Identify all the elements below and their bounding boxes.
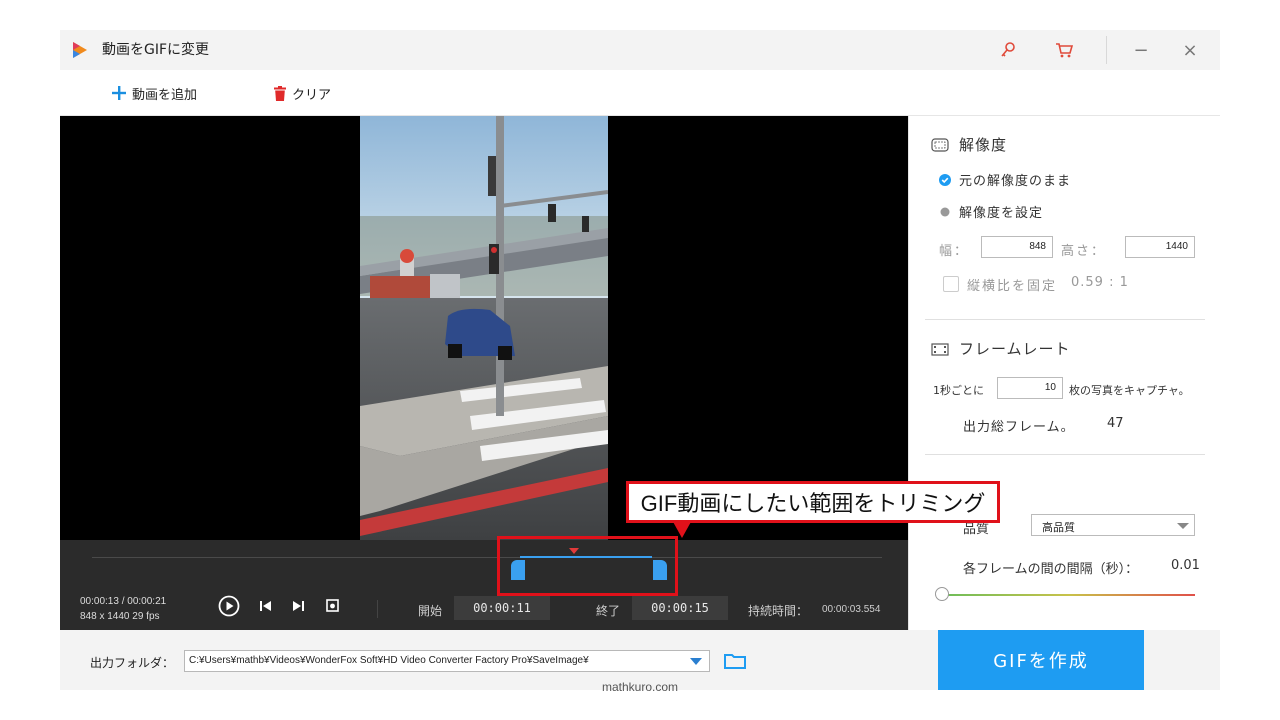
add-video-label: 動画を追加 xyxy=(132,87,198,103)
trim-highlight-box xyxy=(497,536,678,596)
annotation-callout: GIF動画にしたい範囲をトリミング xyxy=(626,481,1000,523)
radio-unchecked-icon xyxy=(940,207,950,216)
width-input[interactable]: 848 xyxy=(981,236,1053,258)
start-time-field[interactable]: 00:00:11 xyxy=(454,596,550,620)
clear-label: クリア xyxy=(292,87,332,103)
play-icon[interactable] xyxy=(218,595,240,617)
watermark-text: mathkuro.com xyxy=(601,680,679,694)
keep-aspect-checkbox[interactable] xyxy=(943,276,959,292)
frames-per-second-input[interactable]: 10 xyxy=(997,377,1063,399)
frame-interval-value: 0.01 xyxy=(1171,558,1200,573)
settings-panel: 解像度 元の解像度のまま 解像度を設定 幅： 848 高さ： 1440 縦横比を… xyxy=(908,116,1220,630)
titlebar-separator xyxy=(1106,36,1107,64)
radio-checked-icon xyxy=(939,173,951,186)
framerate-section-title: フレームレート xyxy=(931,338,1071,359)
duration-label: 持続時間： xyxy=(748,604,809,618)
keep-aspect-label: 縦横比を固定 xyxy=(967,279,1058,294)
output-folder-label: 出力フォルダ： xyxy=(90,656,175,670)
resolution-icon xyxy=(931,137,949,152)
total-frames-value: 47 xyxy=(1107,416,1124,431)
section-divider xyxy=(925,454,1205,455)
height-label: 高さ： xyxy=(1061,244,1107,259)
folder-icon[interactable] xyxy=(724,652,746,670)
chevron-down-icon[interactable] xyxy=(1177,523,1189,529)
player-controls: 00:00:13 / 00:00:21 848 x 1440 29 fps 開始… xyxy=(60,540,908,630)
current-time: 00:00:13 / 00:00:21 xyxy=(80,596,167,607)
video-frame xyxy=(360,116,608,540)
timeline-track[interactable] xyxy=(92,557,882,558)
end-label: 終了 xyxy=(596,604,621,618)
duration-value: 00:00:03.554 xyxy=(822,604,881,615)
start-label: 開始 xyxy=(418,604,443,618)
output-path-field[interactable]: C:¥Users¥mathb¥Videos¥WonderFox Soft¥HD … xyxy=(184,650,710,672)
key-icon[interactable] xyxy=(996,38,1020,62)
width-label: 幅： xyxy=(939,244,970,259)
resolution-custom-option[interactable]: 解像度を設定 xyxy=(939,202,1043,221)
per-second-label: 1秒ごとに xyxy=(933,384,984,397)
path-dropdown-icon[interactable] xyxy=(690,658,702,665)
height-input[interactable]: 1440 xyxy=(1125,236,1195,258)
plus-icon xyxy=(112,86,126,100)
end-time-field[interactable]: 00:00:15 xyxy=(632,596,728,620)
video-info: 848 x 1440 29 fps xyxy=(80,611,160,622)
interval-slider-track[interactable] xyxy=(943,594,1195,596)
resolution-original-option[interactable]: 元の解像度のまま xyxy=(939,170,1071,189)
minimize-button[interactable]: − xyxy=(1124,36,1158,64)
resolution-section-title: 解像度 xyxy=(931,134,1007,155)
film-icon xyxy=(931,342,949,356)
total-frames-label: 出力総フレーム。 xyxy=(963,420,1075,435)
snapshot-icon[interactable] xyxy=(326,599,339,612)
controls-separator xyxy=(377,600,378,618)
frame-interval-label: 各フレームの間の間隔（秒）： xyxy=(963,562,1139,577)
close-button[interactable]: × xyxy=(1173,36,1207,64)
video-preview[interactable] xyxy=(60,116,908,540)
section-divider xyxy=(925,319,1205,320)
title-bar: 動画をGIFに変更 − × xyxy=(60,30,1220,70)
previous-frame-icon[interactable] xyxy=(260,601,272,611)
add-video-button[interactable]: 動画を追加 xyxy=(112,82,197,104)
quality-select[interactable]: 高品質 xyxy=(1031,514,1195,536)
window-title: 動画をGIFに変更 xyxy=(102,42,210,58)
cart-icon[interactable] xyxy=(1052,38,1076,62)
aspect-ratio-value: 0.59 : 1 xyxy=(1071,275,1129,290)
street-scene-image xyxy=(360,116,608,540)
clear-button[interactable]: クリア xyxy=(274,82,331,104)
app-logo-icon xyxy=(73,42,87,58)
toolbar: 動画を追加 クリア xyxy=(60,70,1220,116)
trash-icon xyxy=(274,85,286,101)
capture-label: 枚の写真をキャプチャ。 xyxy=(1069,384,1190,397)
next-frame-icon[interactable] xyxy=(292,601,304,611)
interval-slider-thumb[interactable] xyxy=(935,587,949,601)
